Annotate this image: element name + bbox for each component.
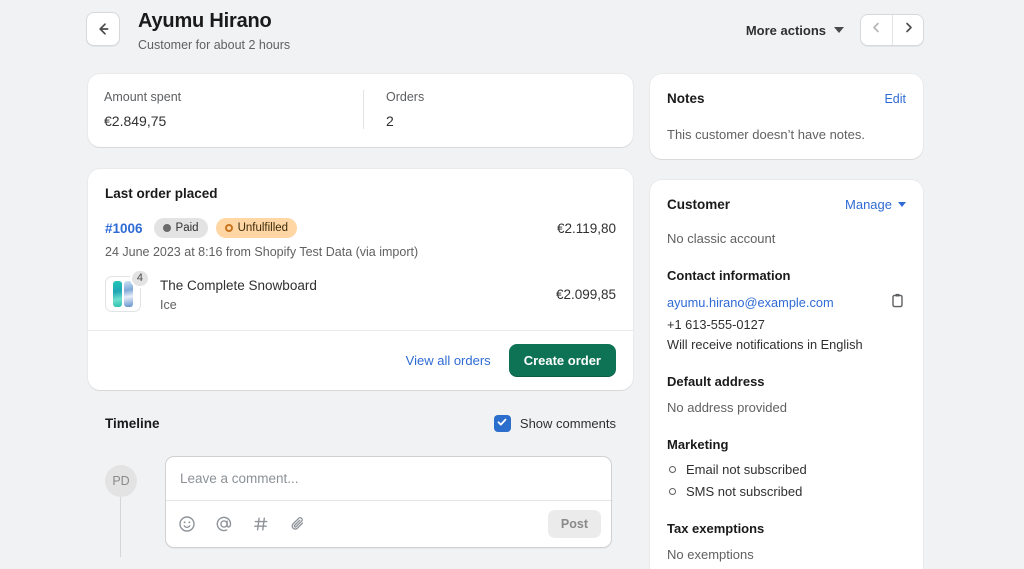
- hashtag-icon[interactable]: [250, 513, 272, 535]
- view-all-orders-link[interactable]: View all orders: [406, 353, 491, 368]
- account-status: No classic account: [667, 231, 906, 246]
- timeline-section: Timeline Show comments PD: [88, 415, 633, 548]
- stat-amount-spent: Amount spent €2.849,75: [88, 90, 363, 129]
- main-column: Amount spent €2.849,75 Orders 2 Last ord…: [88, 74, 633, 548]
- product-price: €2.099,85: [556, 287, 616, 302]
- customer-title: Customer: [667, 197, 730, 212]
- order-line-item: 4 The Complete Snowboard Ice €2.099,85: [88, 259, 633, 330]
- chevron-down-icon: [834, 27, 844, 33]
- more-actions-button[interactable]: More actions: [744, 19, 846, 42]
- product-name: The Complete Snowboard: [160, 276, 317, 295]
- timeline-title: Timeline: [105, 416, 160, 431]
- show-comments-toggle[interactable]: Show comments: [494, 415, 616, 432]
- tax-exemptions-title: Tax exemptions: [667, 521, 906, 536]
- order-number-link[interactable]: #1006: [105, 221, 143, 236]
- chevron-left-icon: [870, 21, 883, 39]
- edit-notes-link[interactable]: Edit: [884, 92, 906, 106]
- dot-icon: [163, 224, 171, 232]
- title-block: Ayumu Hirano Customer for about 2 hours: [138, 8, 744, 54]
- order-summary-row: #1006 Paid Unfulfilled €2.119,80: [88, 201, 633, 238]
- stat-orders: Orders 2: [363, 90, 563, 129]
- product-info: The Complete Snowboard Ice: [160, 276, 317, 312]
- notes-header: Notes Edit: [667, 91, 906, 106]
- post-comment-button[interactable]: Post: [548, 510, 601, 538]
- emoji-icon[interactable]: [176, 513, 198, 535]
- stat-label: Amount spent: [104, 90, 347, 104]
- product-variant: Ice: [160, 298, 317, 312]
- mention-icon[interactable]: [213, 513, 235, 535]
- show-comments-checkbox[interactable]: [494, 415, 511, 432]
- show-comments-label: Show comments: [520, 416, 616, 431]
- stat-label: Orders: [386, 90, 547, 104]
- create-order-button[interactable]: Create order: [509, 344, 616, 377]
- comment-composer: PD Leave a comment...: [88, 456, 633, 548]
- section-title: Last order placed: [105, 186, 616, 201]
- status-badge-paid: Paid: [154, 218, 208, 238]
- comment-box: Leave a comment...: [165, 456, 612, 548]
- contact-information-title: Contact information: [667, 268, 906, 283]
- avatar: PD: [105, 465, 137, 497]
- chevron-down-icon: [898, 202, 906, 207]
- page-subtitle: Customer for about 2 hours: [138, 36, 744, 54]
- tax-exemptions-value: No exemptions: [667, 547, 906, 562]
- customer-phone: +1 613-555-0127: [667, 317, 906, 332]
- snowboard-shape-left: [113, 281, 122, 307]
- page-title: Ayumu Hirano: [138, 8, 744, 34]
- ring-icon: [669, 488, 676, 495]
- arrow-left-icon: [95, 21, 111, 37]
- list-item: Email not subscribed: [667, 462, 906, 477]
- contact-email-row: ayumu.hirano@example.com: [667, 294, 906, 312]
- previous-customer-button[interactable]: [861, 15, 892, 45]
- last-order-header: Last order placed: [88, 169, 633, 201]
- timeline-connector: [120, 497, 121, 557]
- comment-input[interactable]: Leave a comment...: [166, 457, 611, 500]
- ring-icon: [669, 466, 676, 473]
- badge-label: Unfulfilled: [238, 222, 289, 234]
- page-header: Ayumu Hirano Customer for about 2 hours …: [86, 8, 924, 56]
- quantity-badge: 4: [130, 269, 150, 288]
- list-item: SMS not subscribed: [667, 484, 906, 499]
- notes-card: Notes Edit This customer doesn’t have no…: [650, 74, 923, 159]
- order-total: €2.119,80: [557, 221, 616, 236]
- default-address-value: No address provided: [667, 400, 906, 415]
- notes-title: Notes: [667, 91, 705, 106]
- marketing-title: Marketing: [667, 437, 906, 452]
- last-order-card: Last order placed #1006 Paid Unfulfilled…: [88, 169, 633, 390]
- attachment-icon[interactable]: [287, 513, 309, 535]
- marketing-item-label: SMS not subscribed: [686, 484, 802, 499]
- chevron-right-icon: [902, 21, 915, 39]
- header-actions: More actions: [744, 14, 924, 46]
- back-button[interactable]: [86, 12, 120, 46]
- customer-email-link[interactable]: ayumu.hirano@example.com: [667, 295, 834, 310]
- manage-label: Manage: [845, 197, 892, 212]
- product-thumbnail-wrap: 4: [105, 276, 141, 312]
- status-badge-unfulfilled: Unfulfilled: [216, 218, 298, 238]
- customer-card: Customer Manage No classic account Conta…: [650, 180, 923, 569]
- clipboard-icon[interactable]: [889, 292, 906, 314]
- customer-detail-page: Ayumu Hirano Customer for about 2 hours …: [0, 0, 1024, 569]
- timeline-header: Timeline Show comments: [88, 415, 633, 432]
- avatar-column: PD: [105, 456, 165, 497]
- default-address-title: Default address: [667, 374, 906, 389]
- last-order-footer: View all orders Create order: [88, 330, 633, 390]
- order-meta: 24 June 2023 at 8:16 from Shopify Test D…: [88, 238, 633, 259]
- next-customer-button[interactable]: [892, 15, 923, 45]
- more-actions-label: More actions: [746, 23, 826, 38]
- manage-customer-button[interactable]: Manage: [845, 197, 906, 212]
- notes-body: This customer doesn’t have notes.: [667, 127, 906, 142]
- marketing-item-label: Email not subscribed: [686, 462, 807, 477]
- stat-value: 2: [386, 113, 547, 129]
- check-icon: [496, 415, 508, 433]
- side-column: Notes Edit This customer doesn’t have no…: [650, 74, 923, 569]
- notification-language-note: Will receive notifications in English: [667, 337, 906, 352]
- badge-label: Paid: [176, 222, 199, 234]
- marketing-list: Email not subscribed SMS not subscribed: [667, 462, 906, 499]
- comment-toolbar: Post: [166, 500, 611, 547]
- customer-stats-card: Amount spent €2.849,75 Orders 2: [88, 74, 633, 147]
- customer-header: Customer Manage: [667, 197, 906, 212]
- stat-value: €2.849,75: [104, 113, 347, 129]
- ring-icon: [225, 224, 233, 232]
- pagination-controls: [860, 14, 924, 46]
